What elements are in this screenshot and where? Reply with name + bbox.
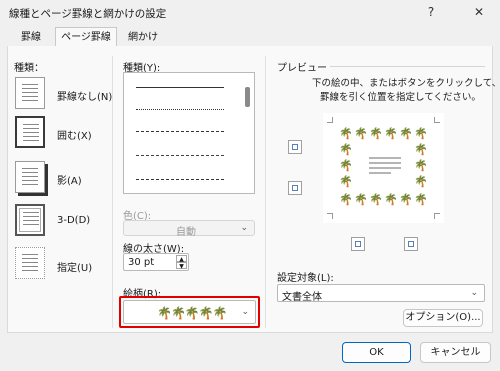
bottom-border-button[interactable] [288, 181, 302, 195]
palm-icon: 🌴 [339, 193, 353, 206]
chevron-down-icon: ⌄ [240, 223, 248, 233]
tab-page-border[interactable]: ページ罫線 [55, 27, 117, 47]
palm-icon: 🌴 [414, 159, 428, 172]
type-3d-thumb[interactable] [15, 204, 45, 236]
tab-shading[interactable]: 網かけ [124, 30, 162, 46]
type-none-thumb[interactable] [15, 77, 45, 109]
palm-art-sample: 🌴🌴🌴🌴🌴 [157, 306, 228, 320]
line-style-scrollbar[interactable] [245, 87, 250, 107]
palm-icon: 🌴 [384, 193, 398, 206]
palm-icon: 🌴 [339, 159, 353, 172]
line-style-dash-dot[interactable] [136, 179, 224, 180]
palm-icon: 🌴 [354, 193, 368, 206]
palm-icon: 🌴 [339, 175, 353, 188]
type-3d-label[interactable]: 3-D(D) [57, 215, 90, 226]
type-shadow-label[interactable]: 影(A) [57, 172, 82, 187]
corner-mark [434, 117, 440, 123]
palm-icon: 🌴 [170, 306, 186, 320]
type-box-thumb[interactable] [15, 116, 45, 148]
palm-icon: 🌴 [198, 306, 214, 320]
art-select[interactable]: 🌴🌴🌴🌴🌴 ⌄ [123, 300, 256, 324]
palm-icon: 🌴 [414, 127, 428, 140]
apply-to-select[interactable]: 文書全体 ⌄ [277, 284, 485, 303]
options-button[interactable]: オプション(O)... [403, 309, 483, 327]
palm-icon: 🌴 [414, 143, 428, 156]
color-select[interactable]: 自動 ⌄ [123, 220, 255, 238]
preview-instruction-1: 下の絵の中、またはボタンをクリックして、 [312, 78, 500, 89]
line-style-dashed[interactable] [136, 155, 224, 156]
types-heading: 種類： [14, 63, 44, 74]
line-style-dashed-fine[interactable] [136, 131, 224, 132]
chevron-down-icon: ⌄ [241, 307, 249, 317]
palm-icon: 🌴 [369, 193, 383, 206]
palm-icon: 🌴 [384, 127, 398, 140]
palm-icon: 🌴 [369, 127, 383, 140]
line-style-solid[interactable] [136, 87, 224, 88]
type-none-label[interactable]: 罫線なし(N) [57, 88, 112, 103]
dialog-title: 線種とページ罫線と網かけの設定 [9, 8, 167, 20]
corner-mark [434, 213, 440, 219]
right-border-button[interactable] [404, 237, 418, 251]
preview-text-lines [369, 157, 401, 174]
corner-mark [327, 213, 333, 219]
type-shadow-thumb[interactable] [15, 161, 45, 193]
color-value: 自動 [176, 227, 196, 238]
width-input[interactable]: 30 pt ▲ ▼ [123, 253, 189, 271]
palm-icon: 🌴 [399, 127, 413, 140]
spin-up-icon[interactable]: ▲ [176, 255, 187, 263]
apply-to-label: 設定対象(L): [277, 273, 334, 284]
palm-icon: 🌴 [339, 143, 353, 156]
type-custom-label[interactable]: 指定(U) [57, 259, 92, 274]
preview-rule [330, 66, 485, 67]
palm-icon: 🌴 [212, 306, 228, 320]
preview-page[interactable]: 🌴 🌴 🌴 🌴 🌴 🌴 🌴 🌴 🌴 🌴 🌴 🌴 🌴 🌴 🌴 🌴 🌴 🌴 [323, 113, 444, 223]
line-style-list[interactable] [123, 72, 255, 194]
width-value: 30 pt [128, 257, 155, 268]
ok-button[interactable]: OK [342, 342, 411, 363]
palm-icon: 🌴 [157, 306, 172, 320]
palm-icon: 🌴 [184, 306, 200, 320]
palm-icon: 🌴 [354, 127, 368, 140]
type-box-label[interactable]: 囲む(X) [57, 127, 92, 142]
spin-down-icon[interactable]: ▼ [176, 262, 187, 270]
line-style-dotted[interactable] [136, 109, 224, 110]
chevron-down-icon: ⌄ [470, 288, 478, 298]
palm-icon: 🌴 [339, 127, 353, 140]
top-border-button[interactable] [288, 140, 302, 154]
palm-icon: 🌴 [414, 193, 428, 206]
help-button[interactable]: ? [418, 2, 444, 22]
preview-instruction-2: 罫線を引く位置を指定してください。 [320, 92, 481, 103]
cancel-button[interactable]: キャンセル [420, 342, 491, 363]
preview-border-area: 🌴 🌴 🌴 🌴 🌴 🌴 🌴 🌴 🌴 🌴 🌴 🌴 🌴 🌴 🌴 🌴 🌴 🌴 [337, 124, 431, 213]
corner-mark [327, 117, 333, 123]
palm-icon: 🌴 [414, 175, 428, 188]
apply-to-value: 文書全体 [282, 292, 322, 303]
divider-right [265, 56, 266, 328]
tab-borders[interactable]: 罫線 [16, 30, 46, 46]
palm-icon: 🌴 [399, 193, 413, 206]
close-button[interactable]: ✕ [466, 2, 492, 22]
left-border-button[interactable] [351, 237, 365, 251]
preview-heading: プレビュー [277, 63, 327, 74]
type-custom-thumb[interactable] [15, 247, 45, 279]
